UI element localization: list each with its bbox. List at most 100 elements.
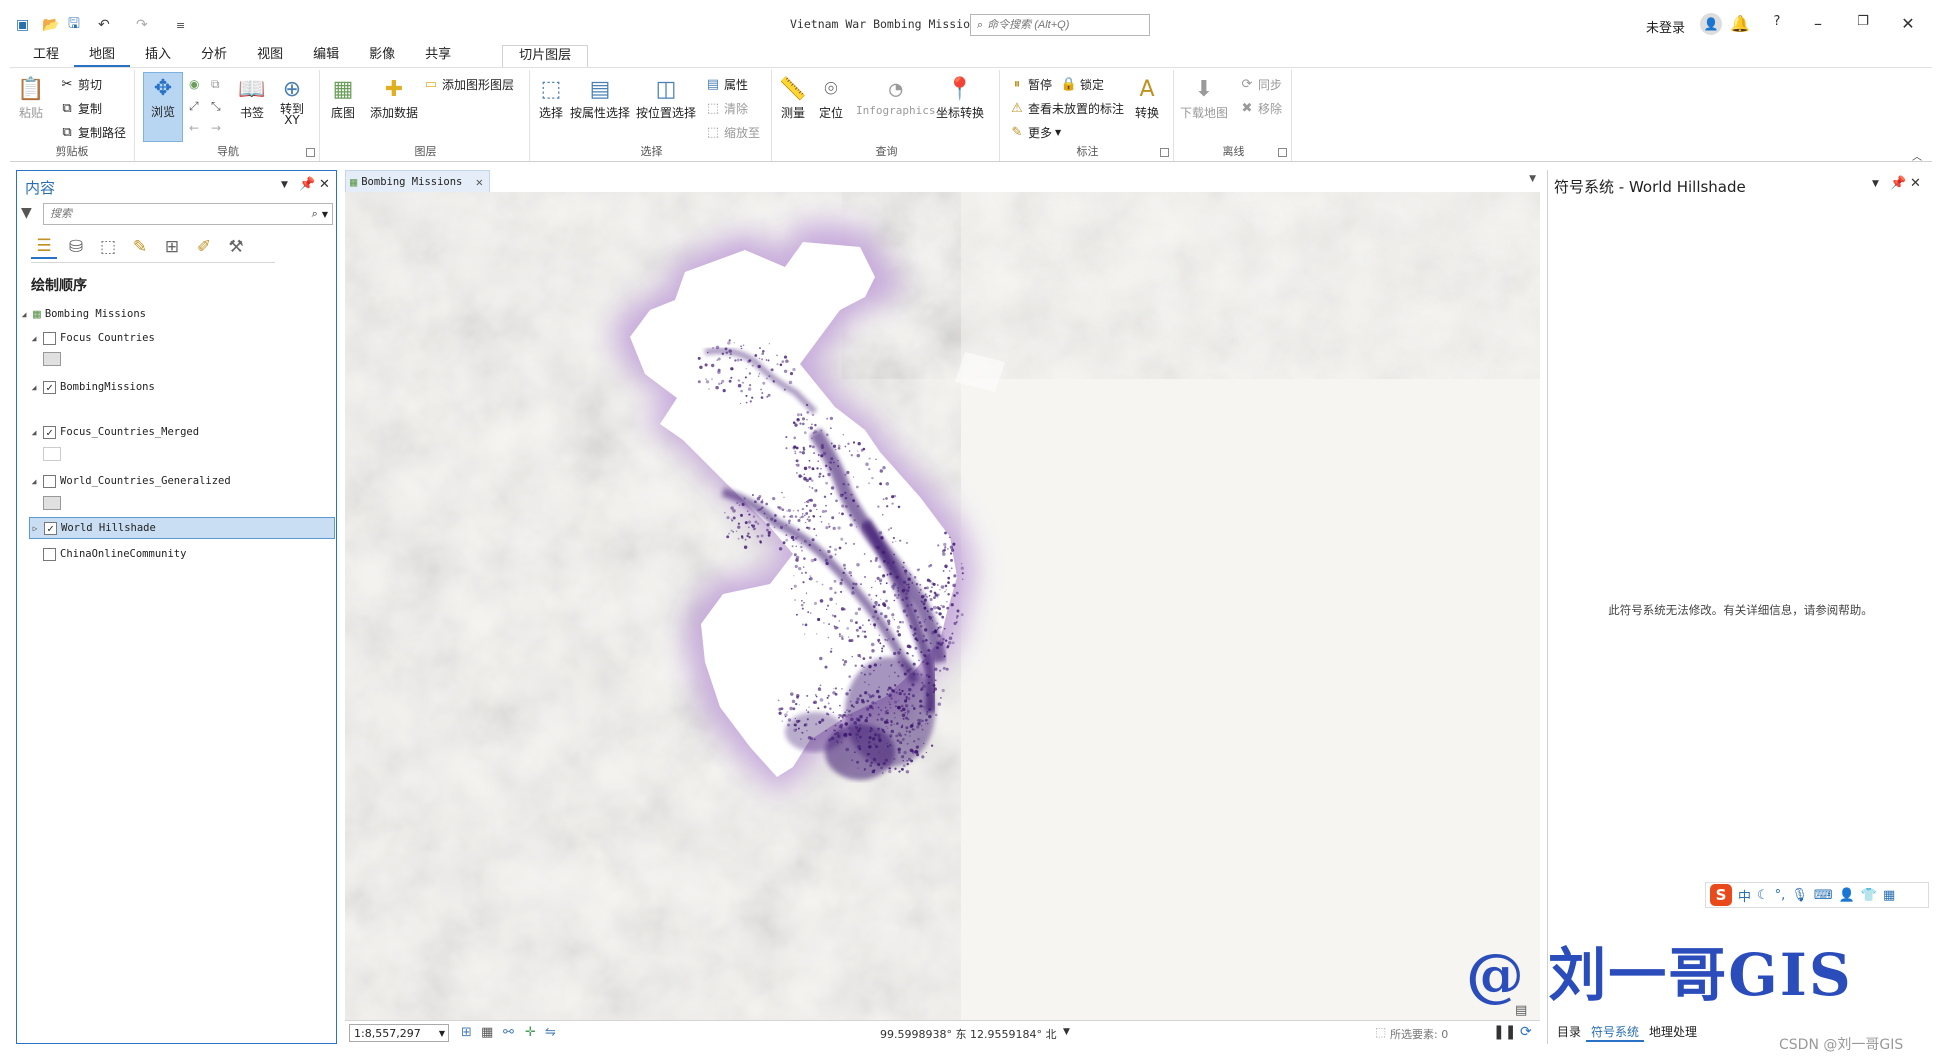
layer-visibility-checkbox[interactable]: ✓ [43, 425, 56, 439]
zoom-out-icon[interactable]: ⤡ [211, 96, 221, 116]
paste-button[interactable]: 📋 粘贴 [16, 74, 46, 121]
collapse-ribbon-icon[interactable]: ︿ [1912, 148, 1922, 163]
user-avatar-icon[interactable]: 👤 [1700, 13, 1722, 35]
collapse-arrow-icon[interactable]: ◢ [19, 310, 29, 319]
collapse-arrow-icon[interactable]: ◢ [29, 477, 39, 486]
layer-visibility-checkbox[interactable] [43, 474, 56, 488]
list-by-source-icon[interactable]: ⛁ [63, 235, 89, 259]
map-navigation-icon[interactable]: ⊞ [461, 1025, 472, 1040]
nudge-icon[interactable]: ⇋ [545, 1025, 556, 1040]
layer-symbol-swatch[interactable] [43, 352, 61, 366]
layer-row[interactable]: ◢ World_Countries_Generalized [29, 471, 343, 491]
tab-view[interactable]: 视图 [242, 45, 298, 67]
add-graphics-layer-button[interactable]: ▭ 添加图形图层 [422, 74, 514, 94]
collapse-arrow-icon[interactable]: ◢ [29, 428, 39, 437]
close-window-button[interactable]: ✕ [1898, 14, 1918, 33]
half-width-icon[interactable]: ☾ [1757, 888, 1769, 903]
select-by-attributes-button[interactable]: ▤ 按属性选择 [570, 74, 630, 121]
collapse-arrow-icon[interactable]: ◢ [29, 383, 39, 392]
command-search-input[interactable] [987, 19, 1138, 31]
previous-extent-icon[interactable]: ← [189, 118, 199, 138]
sync-button[interactable]: ⟳ 同步 [1238, 74, 1282, 94]
basemap-button[interactable]: ▦ 底图 [328, 74, 358, 121]
tab-share[interactable]: 共享 [410, 45, 466, 67]
restore-button[interactable]: ❐ [1853, 14, 1873, 29]
minimize-button[interactable]: – [1808, 14, 1828, 33]
remove-offline-button[interactable]: ✖ 移除 [1238, 98, 1282, 118]
tab-insert[interactable]: 插入 [130, 45, 186, 67]
cut-button[interactable]: ✂ 剪切 [58, 74, 102, 94]
punctuation-icon[interactable]: °, [1775, 888, 1786, 903]
pin-pane-icon[interactable]: 📌 [299, 177, 315, 192]
tab-edit[interactable]: 编辑 [298, 45, 354, 67]
grid-icon[interactable]: ▦ [481, 1025, 493, 1040]
tab-map[interactable]: 地图 [74, 45, 131, 67]
convert-labels-button[interactable]: A 转换 [1132, 74, 1162, 121]
notification-icon[interactable]: 🔔 [1730, 14, 1750, 33]
copy-button[interactable]: ⧉ 复制 [58, 98, 102, 118]
full-extent-icon[interactable]: ◉ [189, 74, 199, 94]
infographics-button[interactable]: ◔ Infographics [856, 74, 935, 118]
clear-selection-button[interactable]: ⬚ 清除 [704, 98, 748, 118]
tab-project[interactable]: 工程 [18, 45, 74, 67]
keyboard-icon[interactable]: ⌨ [1814, 888, 1833, 903]
tab-imagery[interactable]: 影像 [354, 45, 410, 67]
select-button[interactable]: ⬚ 选择 [536, 74, 566, 121]
close-tab-icon[interactable]: ✕ [476, 175, 483, 189]
layer-visibility-checkbox[interactable] [43, 547, 56, 561]
navigate-launcher-icon[interactable] [306, 148, 315, 157]
command-search-box[interactable]: ⌕ [970, 14, 1150, 36]
offline-launcher-icon[interactable] [1278, 148, 1287, 157]
tab-geoprocessing[interactable]: 地理处理 [1644, 1023, 1702, 1042]
select-by-location-button[interactable]: ◫ 按位置选择 [636, 74, 696, 121]
tab-analysis[interactable]: 分析 [186, 45, 242, 67]
pause-drawing-icon[interactable]: ❚❚ [1493, 1024, 1516, 1040]
tab-catalog[interactable]: 目录 [1552, 1023, 1586, 1042]
customize-toolbar-icon[interactable]: ≡ [176, 16, 185, 34]
layer-row-selected[interactable]: ▷ ✓ World Hillshade [29, 517, 335, 539]
list-by-drawing-order-icon[interactable]: ☰ [31, 235, 57, 259]
pane-options-chevron-icon[interactable]: ▼ [1872, 179, 1879, 189]
save-project-icon[interactable]: 🖫 [68, 16, 80, 34]
attributes-button[interactable]: ▤ 属性 [704, 74, 748, 94]
zoom-in-icon[interactable]: ⤢ [189, 96, 199, 116]
layer-row[interactable]: ◢ ✓ BombingMissions [29, 377, 343, 397]
microphone-icon[interactable]: 🎙 [1791, 888, 1808, 903]
pause-labeling-button[interactable]: ⏸ 暂停 [1008, 74, 1052, 94]
pin-pane-icon[interactable]: 📌 [1890, 176, 1906, 191]
sogou-logo-icon[interactable]: S [1710, 884, 1732, 906]
pane-options-chevron-icon[interactable]: ▼ [281, 180, 288, 190]
more-labeling-button[interactable]: ✎ 更多 ▼ [1008, 122, 1062, 142]
locate-button[interactable]: ⌾ 定位 [816, 74, 846, 121]
open-project-icon[interactable]: 📂 [42, 16, 59, 34]
list-by-perspective-icon[interactable]: ⚒ [223, 235, 249, 259]
layer-visibility-checkbox[interactable] [43, 331, 56, 345]
new-project-icon[interactable]: ▣ [16, 16, 29, 34]
user-center-icon[interactable]: 👤 [1839, 888, 1855, 903]
convert-coordinates-button[interactable]: 📍 坐标转换 [936, 74, 984, 121]
ime-mode-toggle[interactable]: 中 [1738, 886, 1751, 905]
snapping-icon[interactable]: ⚯ [503, 1025, 514, 1040]
next-extent-icon[interactable]: → [211, 118, 221, 138]
layer-row[interactable]: ChinaOnlineCommunity [29, 544, 343, 564]
close-pane-icon[interactable]: ✕ [319, 177, 330, 192]
redo-icon[interactable]: ↷ [136, 16, 148, 34]
lock-labels-button[interactable]: 🔒 锁定 [1060, 74, 1104, 94]
explore-button[interactable]: ✥ 浏览 [143, 72, 183, 142]
tab-symbology[interactable]: 符号系统 [1586, 1023, 1645, 1042]
add-data-button[interactable]: ✚ 添加数据 [370, 74, 418, 121]
help-button[interactable]: ? [1767, 14, 1787, 29]
list-by-labeling-icon[interactable]: ✐ [191, 235, 217, 259]
fixed-zoom-icon[interactable]: ⧉ [211, 74, 220, 94]
measure-button[interactable]: 📏 测量 [778, 74, 808, 121]
contents-search-box[interactable]: ⌕ ▼ [43, 203, 333, 225]
view-unplaced-labels-button[interactable]: ⚠ 查看未放置的标注 [1008, 98, 1124, 118]
layer-row[interactable]: ◢ ✓ Focus_Countries_Merged [29, 422, 343, 442]
collapse-arrow-icon[interactable]: ◢ [29, 334, 39, 343]
layer-row[interactable]: ◢ Focus Countries [29, 328, 343, 348]
layer-visibility-checkbox[interactable]: ✓ [44, 521, 57, 535]
sign-in-status[interactable]: 未登录 [1646, 17, 1685, 36]
map-canvas[interactable]: ▤ [345, 192, 1540, 1020]
layer-symbol-swatch[interactable] [43, 447, 61, 461]
tab-list-chevron-icon[interactable]: ▼ [1529, 174, 1536, 184]
